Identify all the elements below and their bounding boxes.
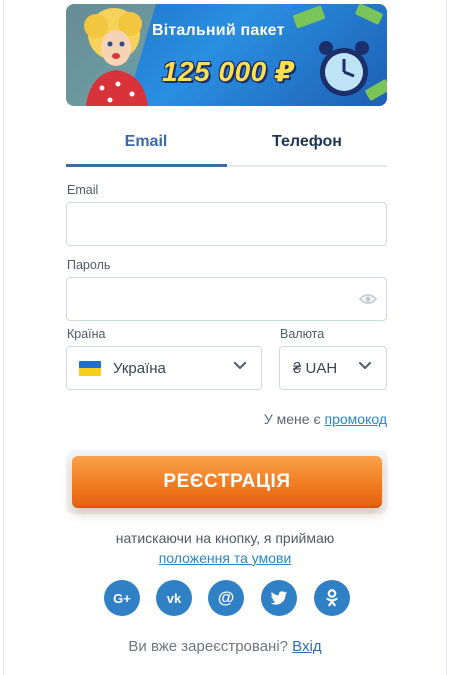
- page-border-right: [446, 0, 447, 675]
- twitter-icon[interactable]: [261, 580, 297, 616]
- promo-prefix: У мене є: [263, 411, 321, 427]
- welcome-banner[interactable]: Вітальний пакет 125 000 ₽: [66, 4, 387, 106]
- google-plus-icon[interactable]: G+: [104, 580, 140, 616]
- tab-phone[interactable]: Телефон: [227, 128, 387, 166]
- terms-link[interactable]: положення та умови: [159, 550, 292, 566]
- odnoklassniki-icon[interactable]: [314, 580, 350, 616]
- country-label: Країна: [67, 327, 106, 341]
- country-select[interactable]: Україна: [66, 346, 262, 390]
- banner-amount: 125 000 ₽: [162, 56, 295, 87]
- terms-link-row: положення та умови: [0, 550, 450, 566]
- email-field-wrapper: [66, 202, 387, 246]
- register-button[interactable]: РЕЄСТРАЦІЯ: [72, 456, 382, 508]
- password-field[interactable]: [67, 278, 386, 320]
- login-row: Ви вже зареєстровані? Вхід: [0, 638, 450, 655]
- promo-code-link[interactable]: промокод: [325, 411, 388, 427]
- email-field[interactable]: [67, 203, 386, 245]
- currency-label: Валюта: [280, 327, 325, 341]
- tab-email[interactable]: Email: [66, 128, 226, 166]
- login-prefix: Ви вже зареєстровані?: [128, 638, 288, 655]
- currency-value: ₴ UAH: [293, 359, 338, 377]
- show-password-icon[interactable]: [359, 293, 377, 305]
- promo-code-row: У мене є промокод: [264, 411, 387, 427]
- ukraine-flag-icon: [79, 360, 101, 376]
- banner-title: Вітальний пакет: [152, 22, 285, 39]
- social-login: G+ vk @: [104, 580, 350, 616]
- country-value: Україна: [113, 359, 166, 377]
- currency-select[interactable]: ₴ UAH: [279, 346, 387, 390]
- signup-tabs: Email Телефон: [66, 128, 387, 168]
- password-field-wrapper: [66, 277, 387, 321]
- ok-glyph: [326, 589, 338, 607]
- chevron-down-icon: [233, 361, 247, 370]
- register-button-label: РЕЄСТРАЦІЯ: [163, 471, 291, 492]
- mail-icon[interactable]: @: [208, 580, 244, 616]
- active-tab-indicator: [66, 164, 227, 167]
- twitter-bird-glyph: [270, 590, 288, 605]
- chevron-down-icon: [358, 361, 372, 370]
- email-label: Email: [67, 183, 99, 197]
- vk-icon[interactable]: vk: [156, 580, 192, 616]
- terms-text: натискаючи на кнопку, я приймаю: [115, 530, 335, 546]
- password-label: Пароль: [67, 258, 111, 272]
- login-link[interactable]: Вхід: [292, 638, 321, 655]
- page-border-left: [3, 0, 4, 675]
